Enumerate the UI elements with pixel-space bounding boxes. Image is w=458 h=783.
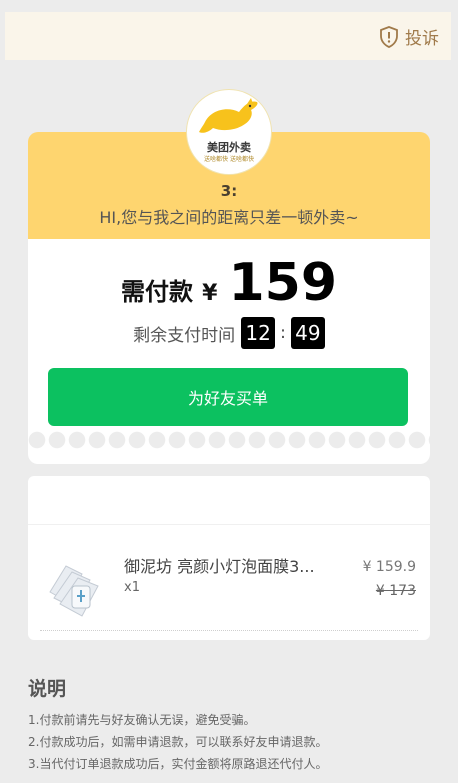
divider [28,524,430,525]
dotted-divider [40,630,418,631]
perforation [28,431,430,449]
timer-seconds: 49 [290,317,325,349]
top-bar: 投诉 [5,12,451,60]
item-price: ¥ 159.9 [362,559,416,575]
item-original-price: ¥ 173 [375,583,416,599]
order-card: 御泥坊 亮颜小灯泡面膜3... x1 ¥ 159.9 ¥ 173 [28,476,430,640]
kangaroo-logo-icon [199,98,258,133]
item-quantity: x1 [124,580,140,595]
product-thumbnail[interactable] [42,552,112,624]
payment-card: 需付款 ¥ 159 剩余支付时间 12 : 49 为好友买单 [28,239,430,440]
logo-title: 美团外卖 [207,141,251,154]
pay-for-friend-button[interactable]: 为好友买单 [48,368,408,426]
countdown-row: 剩余支付时间 12 : 49 [28,317,430,349]
timer-label: 剩余支付时间 [133,325,236,346]
notes-section: 说明 1.付款前请先与好友确认无误，避免受骗。 2.付款成功后，如需申请退款，可… [28,674,438,775]
shop-slogan: HI,您与我之间的距离只差一顿外卖~ [99,208,359,227]
notes-title: 说明 [28,678,67,700]
logo-subtitle: 送啥都快 送啥都快 [204,156,254,163]
amount-row: 需付款 ¥ 159 [28,255,430,311]
shield-alert-icon [380,25,398,48]
timer-colon: : [280,323,286,343]
ticket-tear-edge [28,431,430,464]
item-name[interactable]: 御泥坊 亮颜小灯泡面膜3... [124,553,354,577]
note-line: 2.付款成功后，如需申请退款，可以联系好友申请退款。 [28,735,328,749]
complain-label: 投诉 [405,29,439,49]
shop-name: 3: [220,182,238,200]
currency-symbol: ¥ [202,281,218,306]
pay-amount: 159 [228,253,338,313]
timer-minutes: 12 [241,317,276,349]
note-line: 3.当代付订单退款成功后，实付金额将原路退还代付人。 [28,757,328,771]
note-line: 1.付款前请先与好友确认无误，避免受骗。 [28,713,256,727]
pay-label: 需付款 [120,278,193,306]
shop-avatar: 美团外卖 送啥都快 送啥都快 [187,90,271,174]
complain-button[interactable]: 投诉 [379,24,439,49]
